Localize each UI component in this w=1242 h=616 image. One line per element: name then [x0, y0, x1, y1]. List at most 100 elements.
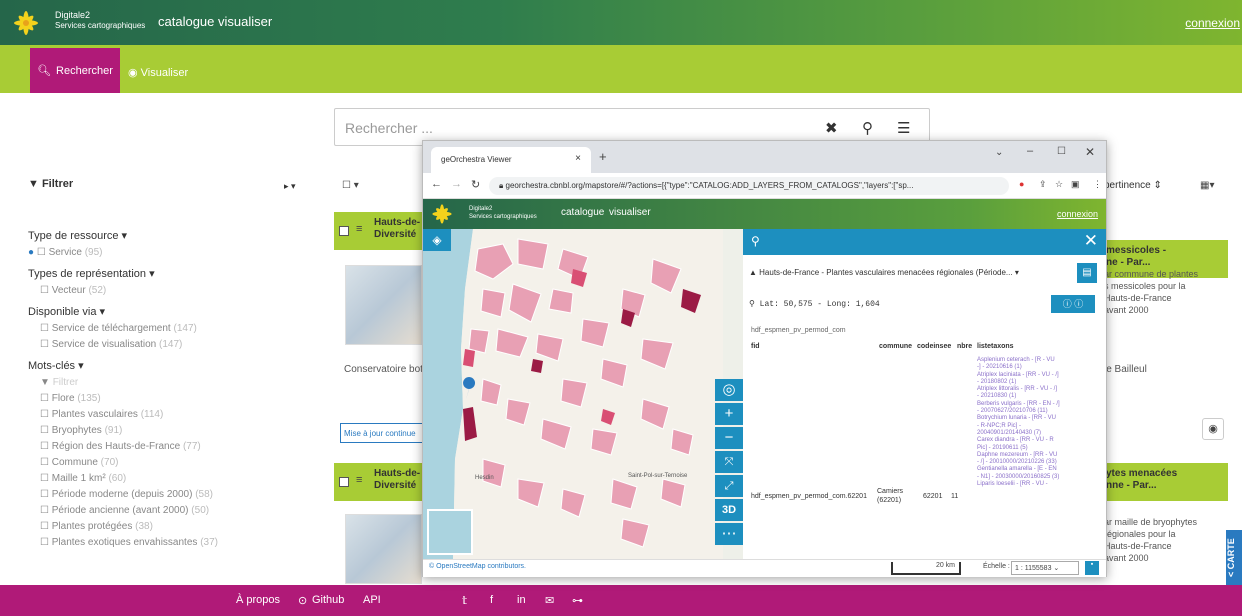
card-thumbnail[interactable]	[345, 514, 422, 584]
result-card-header[interactable]: ytes menacées nne - Par...	[1104, 463, 1228, 501]
nav-catalogue-link[interactable]: catalogue	[158, 14, 214, 29]
new-tab-icon[interactable]: +	[599, 149, 607, 164]
layer-select[interactable]: ▲ Hauts-de-France - Plantes vasculaires …	[749, 265, 1069, 283]
facebook-icon[interactable]: f	[490, 594, 493, 606]
cell-listetaxons: Asplenium ceterach - [R - VU -] - 2021061…	[977, 357, 1060, 488]
maximize-icon[interactable]: ☐	[1057, 146, 1066, 157]
facet-item[interactable]: ☐ Service de visualisation (147)	[40, 339, 320, 350]
facet-available-via[interactable]: Disponible via ▾	[28, 305, 320, 318]
extension-icon[interactable]: ●	[1019, 179, 1024, 189]
forward-icon[interactable]: →	[451, 178, 462, 190]
facet-item[interactable]: ☐ Vecteur (52)	[40, 285, 320, 296]
map-canvas[interactable]: Saint-Pol-sur-Ternoise Hesdin ◈ ◎ + − ⤧ …	[423, 229, 743, 559]
col-fid: fid	[751, 343, 760, 350]
tab-visualize-label: Visualiser	[140, 67, 189, 79]
card-thumbnail[interactable]	[345, 265, 422, 345]
map-toggle-button[interactable]: < CARTE	[1226, 530, 1242, 586]
zoom-extent-icon[interactable]: ⤧	[715, 451, 743, 473]
facet-item[interactable]: ☐ Maille 1 km² (60)	[40, 473, 320, 484]
overview-map[interactable]	[427, 509, 473, 555]
fullscreen-icon[interactable]: ⤢	[715, 475, 743, 497]
brand-text: Digitale2 Services cartographiques	[55, 10, 146, 30]
nav-visualiser-link[interactable]: visualiser	[218, 14, 272, 29]
layer-info-icon[interactable]: ▤	[1077, 263, 1097, 283]
rss-icon[interactable]: ⊶	[572, 594, 583, 607]
facet-item[interactable]: ☐ Période moderne (depuis 2000) (58)	[40, 489, 320, 500]
map-place-label: Saint-Pol-sur-Ternoise	[628, 473, 688, 479]
viewer-login-link[interactable]: connexion	[1057, 209, 1098, 219]
card-checkbox[interactable]	[339, 226, 349, 236]
more-tools-icon[interactable]: ⋯	[715, 523, 743, 545]
top-bar: Digitale2 Services cartographiques catalo…	[0, 0, 1242, 45]
zoom-in-icon[interactable]: +	[715, 403, 743, 425]
globe-icon[interactable]: ◉	[1202, 418, 1224, 440]
linkedin-icon[interactable]: in	[517, 594, 526, 606]
facet-item[interactable]: ☐ Commune (70)	[40, 457, 320, 468]
sort-select[interactable]: pertinence ⇕	[1104, 180, 1162, 191]
print-icon[interactable]: ▪	[1085, 561, 1099, 575]
back-icon[interactable]: ←	[431, 178, 442, 190]
viewer-nav-catalogue[interactable]: catalogue	[561, 207, 604, 218]
facet-item[interactable]: ☐ Plantes exotiques envahissantes (37)	[40, 537, 320, 548]
search-icon[interactable]: ⚲	[862, 119, 873, 137]
footer-api-link[interactable]: API	[363, 594, 381, 606]
sidebar-controls[interactable]: ▸ ▾	[284, 181, 296, 192]
facet-item[interactable]: ☐ Bryophytes (91)	[40, 425, 320, 436]
facet-item[interactable]: ☐ Flore (135)	[40, 393, 320, 404]
menu-icon[interactable]: ⋮	[1093, 179, 1102, 190]
twitter-icon[interactable]: 𝕥	[462, 594, 467, 607]
facet-item[interactable]: ☐ Période ancienne (avant 2000) (50)	[40, 505, 320, 516]
facet-item[interactable]: ☐ Plantes protégées (38)	[40, 521, 320, 532]
layers-icon[interactable]: ◈	[423, 229, 451, 251]
viewer-nav-visualiser[interactable]: visualiser	[609, 207, 651, 218]
update-badge[interactable]: Mise à jour continue	[340, 423, 424, 443]
login-link[interactable]: connexion	[1185, 16, 1240, 30]
footer-about-link[interactable]: À propos	[236, 594, 280, 606]
minimize-icon[interactable]: –	[1027, 145, 1033, 157]
result-card-header[interactable]: ≡ Hauts-de- Diversité	[334, 463, 424, 501]
col-commune: commune	[879, 343, 913, 350]
browser-url-bar: ← → ↻ 🔒︎ georchestra.cbnbl.org/mapstore/…	[423, 173, 1106, 199]
keyword-filter-input[interactable]: ▼ Filtrer	[40, 377, 320, 388]
close-window-icon[interactable]: ✕	[1085, 145, 1095, 159]
facet-item[interactable]: ☐ Région des Hauts-de-France (77)	[40, 441, 320, 452]
coord-actions[interactable]: ⓘ ⓘ	[1051, 295, 1095, 313]
facet-item[interactable]: ☐ Service de téléchargement (147)	[40, 323, 320, 334]
advanced-filter-icon[interactable]: ☰	[897, 119, 910, 137]
eye-icon: ◉	[128, 67, 138, 79]
close-tab-icon[interactable]: ×	[575, 153, 581, 164]
browser-tab[interactable]: geOrchestra Viewer ×	[431, 147, 591, 173]
mail-icon[interactable]: ✉	[545, 594, 554, 607]
tab-visualize[interactable]: ◉ Visualiser	[128, 66, 188, 79]
grid-view-icon[interactable]: ▦▾	[1200, 180, 1214, 191]
facet-keywords[interactable]: Mots-clés ▾	[28, 359, 320, 372]
card-checkbox[interactable]	[339, 477, 349, 487]
card-title: Hauts-de- Diversité	[374, 217, 421, 240]
tab-search[interactable]: 🔍︎ Rechercher	[30, 48, 120, 93]
identify-panel-header: ⚲ ✕	[743, 229, 1106, 255]
facet-resource-type[interactable]: Type de ressource ▾	[28, 229, 320, 242]
share-icon[interactable]: ⇪	[1039, 179, 1047, 190]
sidepanel-icon[interactable]: ▣	[1071, 179, 1080, 190]
select-all-checkbox[interactable]: ☐ ▾	[342, 180, 359, 191]
reload-icon[interactable]: ↻	[471, 178, 480, 191]
bookmark-icon[interactable]: ☆	[1055, 179, 1063, 190]
facet-item[interactable]: ● ☐ Service (95)	[28, 247, 320, 258]
3d-toggle-button[interactable]: 3D	[715, 499, 743, 521]
card-description: ar commune de plantes s messicoles pour l…	[1104, 269, 1199, 315]
tab-list-icon[interactable]: ⌄	[995, 147, 1003, 158]
footer-github-link[interactable]: Github	[312, 594, 344, 606]
scale-select[interactable]: 1 : 1155583 ⌄	[1011, 561, 1079, 575]
facet-item[interactable]: ☐ Plantes vasculaires (114)	[40, 409, 320, 420]
github-icon[interactable]: ⊙	[298, 594, 307, 607]
clear-icon[interactable]: ✖	[825, 119, 838, 137]
coordinates-text: ⚲ Lat: 50,575 - Long: 1,604	[749, 300, 880, 309]
result-card-header[interactable]: ≡ Hauts-de- Diversité	[334, 212, 424, 250]
locate-icon[interactable]: ◎	[715, 379, 743, 401]
url-field[interactable]: 🔒︎ georchestra.cbnbl.org/mapstore/#/?act…	[489, 177, 1009, 195]
facet-representation[interactable]: Types de représentation ▾	[28, 267, 320, 280]
card-org: Conservatoire bot	[344, 364, 423, 375]
close-panel-icon[interactable]: ✕	[1084, 231, 1098, 251]
zoom-out-icon[interactable]: −	[715, 427, 743, 449]
osm-attribution[interactable]: © OpenStreetMap contributors.	[429, 563, 526, 570]
